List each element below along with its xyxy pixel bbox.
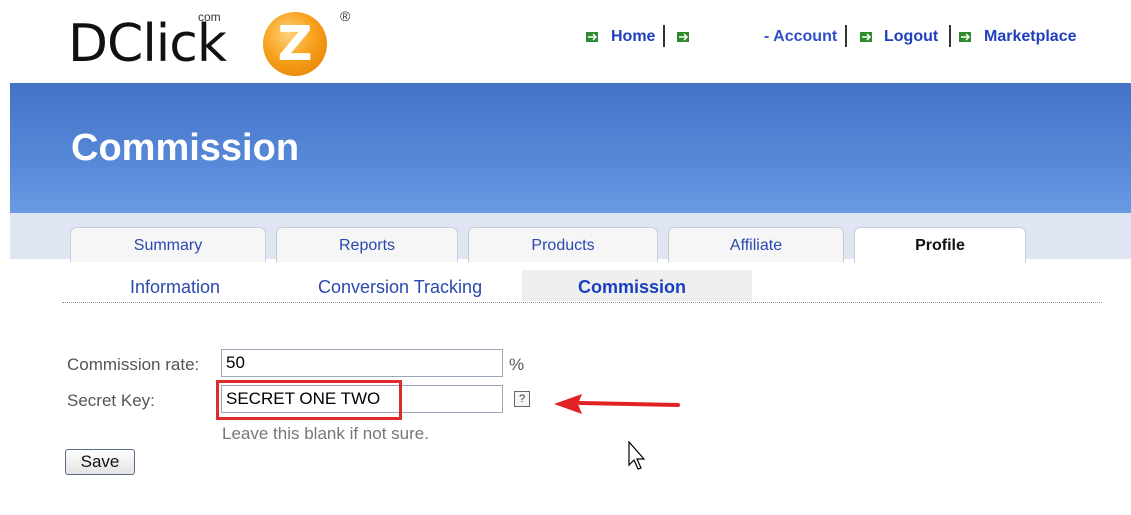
tab-reports[interactable]: Reports (276, 227, 458, 262)
tab-summary[interactable]: Summary (70, 227, 266, 262)
commission-rate-label: Commission rate: (67, 355, 200, 374)
page-header: Commission (10, 83, 1131, 213)
annotation-highlight-box (216, 380, 402, 420)
nav-separator (845, 25, 847, 47)
help-icon[interactable]: ? (514, 391, 530, 407)
logo-z-letter: Z (277, 16, 313, 72)
annotation-arrow-icon (554, 394, 680, 414)
secret-key-label: Secret Key: (67, 391, 155, 410)
secret-key-hint: Leave this blank if not sure. (222, 424, 429, 443)
divider (62, 302, 1102, 303)
mouse-cursor-icon (628, 441, 646, 470)
nav-home-link[interactable]: Home (611, 27, 655, 47)
nav-marketplace-link[interactable]: Marketplace (984, 27, 1077, 47)
tab-products[interactable]: Products (468, 227, 658, 262)
logo[interactable]: DClick com Z ® (68, 8, 368, 78)
page-title: Commission (71, 127, 300, 169)
nav-separator (949, 25, 951, 47)
tab-bar: Summary Reports Products Affiliate Profi… (10, 213, 1131, 263)
logout-icon (860, 32, 872, 42)
subnav-commission[interactable]: Commission (578, 277, 686, 298)
tab-profile[interactable]: Profile (854, 227, 1026, 263)
nav-logout-link[interactable]: Logout (884, 27, 938, 47)
save-button[interactable]: Save (65, 449, 135, 475)
logo-com: com (198, 10, 221, 24)
subnav-conversion-tracking[interactable]: Conversion Tracking (318, 277, 482, 298)
logo-z-badge: Z (263, 12, 327, 76)
registered-mark: ® (340, 8, 351, 24)
subnav-information[interactable]: Information (130, 277, 220, 298)
arrow-icon (677, 32, 689, 42)
nav-separator (663, 25, 665, 47)
percent-unit: % (509, 355, 525, 374)
marketplace-icon (959, 32, 971, 42)
commission-rate-input[interactable]: 50 (221, 349, 503, 377)
tab-affiliate[interactable]: Affiliate (668, 227, 844, 262)
home-icon (586, 32, 598, 42)
nav-account-link[interactable]: - Account (764, 27, 837, 47)
